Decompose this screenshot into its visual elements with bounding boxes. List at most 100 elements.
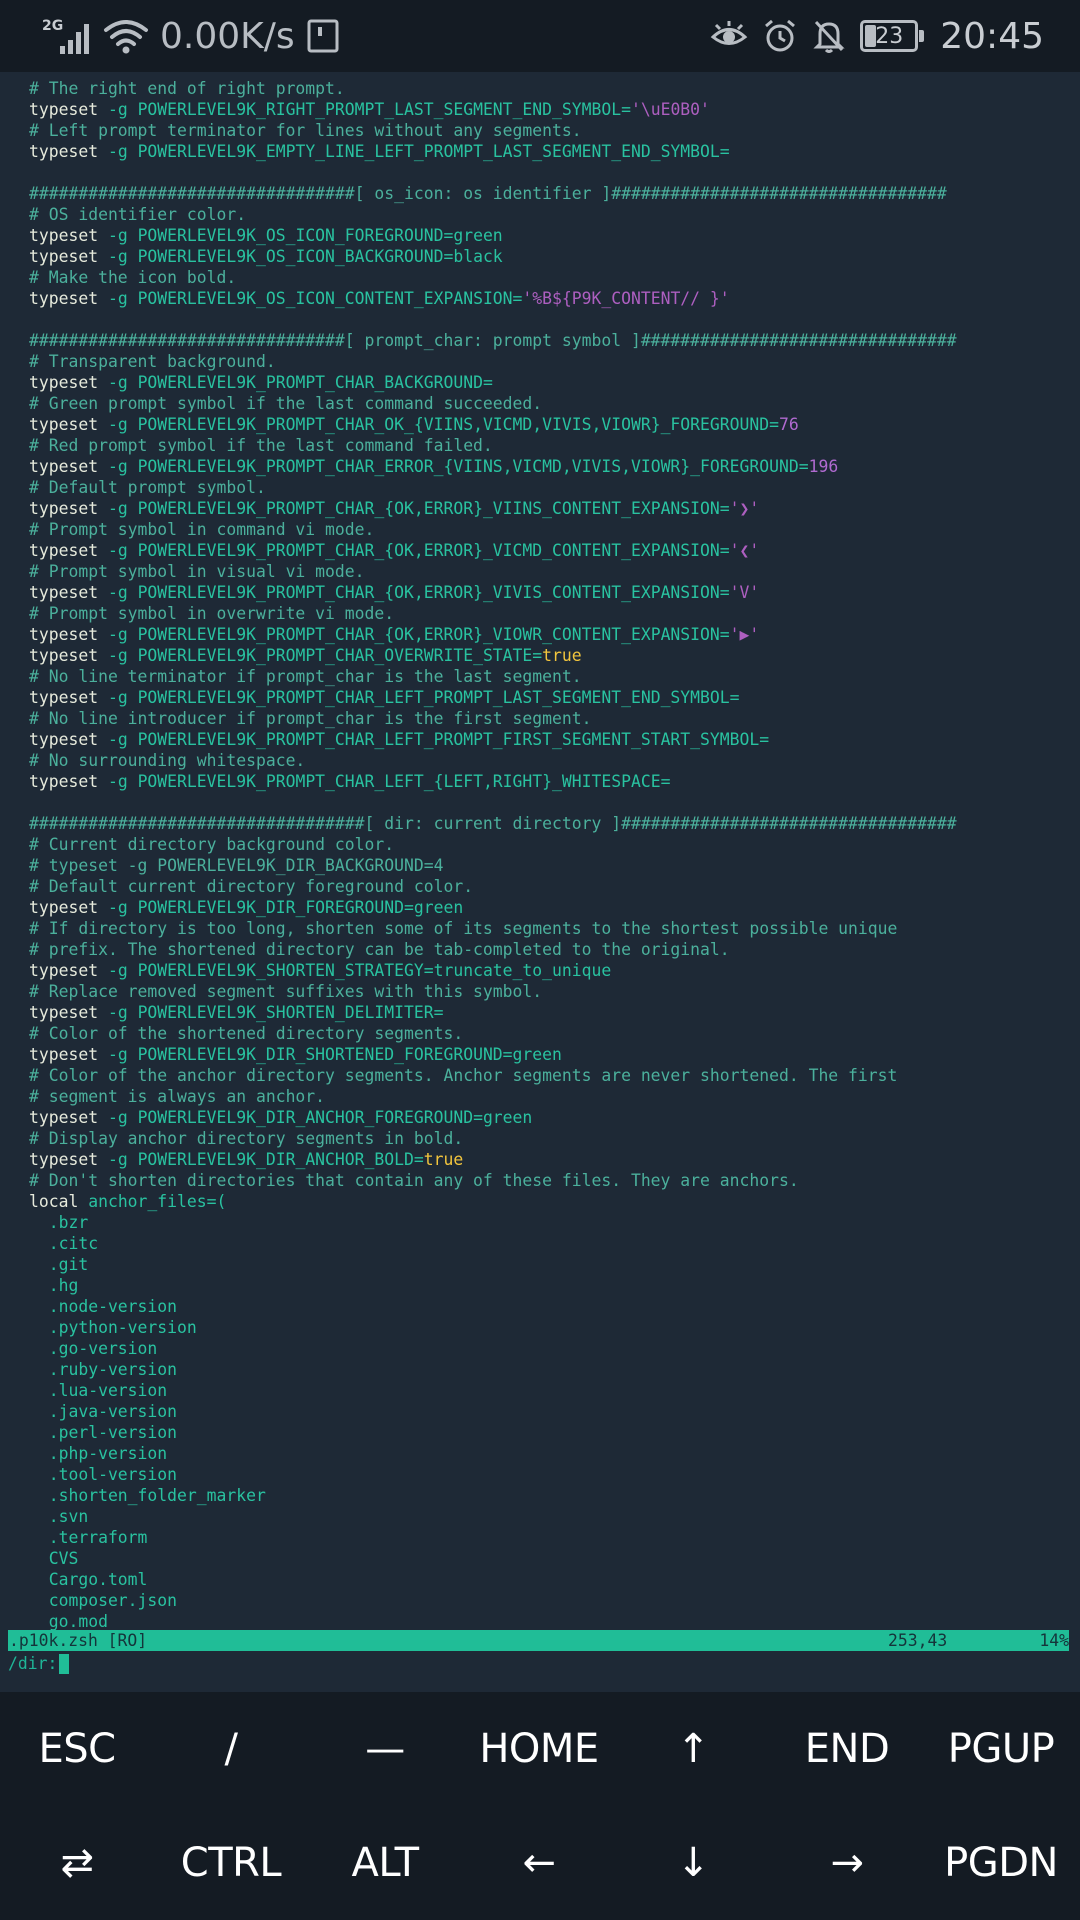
code-token: # Default prompt symbol. bbox=[29, 478, 266, 497]
terminal-view[interactable]: # The right end of right prompt. typeset … bbox=[0, 72, 1080, 1692]
code-token: '\uE0B0' bbox=[630, 100, 710, 119]
code-token: typeset bbox=[29, 961, 99, 980]
code-token: POWERLEVEL9K_PROMPT_CHAR_OVERWRITE_STATE… bbox=[137, 646, 543, 665]
code-line: CVS bbox=[29, 1548, 1080, 1569]
code-token: 196 bbox=[808, 457, 839, 476]
key-dash[interactable]: — bbox=[308, 1692, 462, 1806]
editor-buffer[interactable]: # The right end of right prompt. typeset … bbox=[29, 78, 1080, 1632]
code-line: # Replace removed segment suffixes with … bbox=[29, 981, 1080, 1002]
code-line: typeset -g POWERLEVEL9K_PROMPT_CHAR_OVER… bbox=[29, 645, 1080, 666]
code-line: typeset -g POWERLEVEL9K_DIR_ANCHOR_FOREG… bbox=[29, 1107, 1080, 1128]
code-token: POWERLEVEL9K_DIR_SHORTENED_FOREGROUND=gr… bbox=[137, 1045, 562, 1064]
code-token: # Red prompt symbol if the last command … bbox=[29, 436, 493, 455]
code-token: CVS bbox=[29, 1549, 79, 1568]
code-line: local anchor_files=( bbox=[29, 1191, 1080, 1212]
code-token: typeset bbox=[29, 415, 99, 434]
code-token: POWERLEVEL9K_PROMPT_CHAR_{OK,ERROR}_VIOW… bbox=[137, 625, 730, 644]
code-token: -g bbox=[98, 646, 138, 665]
key-home[interactable]: HOME bbox=[462, 1692, 616, 1806]
sim-indicator bbox=[306, 0, 340, 72]
key-ctrl[interactable]: CTRL bbox=[154, 1806, 308, 1920]
code-line: .shorten_folder_marker bbox=[29, 1485, 1080, 1506]
key-right-arrow[interactable]: → bbox=[770, 1806, 924, 1920]
code-line: typeset -g POWERLEVEL9K_PROMPT_CHAR_LEFT… bbox=[29, 687, 1080, 708]
code-token: typeset bbox=[29, 646, 99, 665]
alarm-icon bbox=[765, 19, 796, 52]
code-token: -g bbox=[98, 1108, 138, 1127]
key-alt[interactable]: ALT bbox=[308, 1806, 462, 1920]
code-token: # No surrounding whitespace. bbox=[29, 751, 306, 770]
code-line: .ruby-version bbox=[29, 1359, 1080, 1380]
code-token: local bbox=[29, 1192, 79, 1211]
code-line: typeset -g POWERLEVEL9K_SHORTEN_DELIMITE… bbox=[29, 1002, 1080, 1023]
battery-icon: 23 bbox=[860, 20, 925, 52]
code-line: .citc bbox=[29, 1233, 1080, 1254]
code-token: -g bbox=[98, 625, 138, 644]
code-token: typeset bbox=[29, 247, 99, 266]
code-line: # Current directory background color. bbox=[29, 834, 1080, 855]
key-pgdn[interactable]: PGDN bbox=[924, 1806, 1078, 1920]
status-filename: .p10k.zsh [RO] bbox=[9, 1631, 148, 1650]
code-token: -g bbox=[98, 1045, 138, 1064]
text-cursor bbox=[59, 1654, 70, 1674]
code-token: # Prompt symbol in command vi mode. bbox=[29, 520, 375, 539]
code-line: typeset -g POWERLEVEL9K_EMPTY_LINE_LEFT_… bbox=[29, 141, 1080, 162]
code-line: # No surrounding whitespace. bbox=[29, 750, 1080, 771]
key-up-arrow[interactable]: ↑ bbox=[616, 1692, 770, 1806]
key-tab[interactable]: ⇄ bbox=[0, 1806, 154, 1920]
code-token: -g bbox=[98, 373, 138, 392]
code-token: POWERLEVEL9K_PROMPT_CHAR_{OK,ERROR}_VIIN… bbox=[137, 499, 730, 518]
code-token: # Prompt symbol in overwrite vi mode. bbox=[29, 604, 395, 623]
extra-keys-bar: ESC / — HOME ↑ END PGUP ⇄ CTRL ALT ← ↓ →… bbox=[0, 1692, 1080, 1920]
code-token: -g bbox=[98, 772, 138, 791]
code-line: # Transparent background. bbox=[29, 351, 1080, 372]
key-left-arrow[interactable]: ← bbox=[462, 1806, 616, 1920]
code-token: .shorten_folder_marker bbox=[29, 1486, 266, 1505]
command-line-text: /dir: bbox=[8, 1654, 58, 1673]
code-line: typeset -g POWERLEVEL9K_PROMPT_CHAR_BACK… bbox=[29, 372, 1080, 393]
code-token: '%B${P9K_CONTENT// }' bbox=[522, 289, 730, 308]
code-line: typeset -g POWERLEVEL9K_PROMPT_CHAR_LEFT… bbox=[29, 729, 1080, 750]
code-token: POWERLEVEL9K_PROMPT_CHAR_ERROR_{VIINS,VI… bbox=[137, 457, 809, 476]
code-token: # Left prompt terminator for lines witho… bbox=[29, 121, 582, 140]
key-slash[interactable]: / bbox=[154, 1692, 308, 1806]
code-token: -g bbox=[98, 226, 138, 245]
code-token: -g bbox=[98, 142, 138, 161]
code-token: POWERLEVEL9K_PROMPT_CHAR_LEFT_PROMPT_FIR… bbox=[137, 730, 770, 749]
key-esc[interactable]: ESC bbox=[0, 1692, 154, 1806]
code-token: .lua-version bbox=[29, 1381, 168, 1400]
key-down-arrow[interactable]: ↓ bbox=[616, 1806, 770, 1920]
code-line: # Prompt symbol in command vi mode. bbox=[29, 519, 1080, 540]
bell-off-icon bbox=[813, 20, 845, 53]
key-end[interactable]: END bbox=[770, 1692, 924, 1806]
code-token: .go-version bbox=[29, 1339, 158, 1358]
code-token: POWERLEVEL9K_DIR_FOREGROUND=green bbox=[137, 898, 464, 917]
code-line: typeset -g POWERLEVEL9K_DIR_FOREGROUND=g… bbox=[29, 897, 1080, 918]
code-token: POWERLEVEL9K_RIGHT_PROMPT_LAST_SEGMENT_E… bbox=[137, 100, 631, 119]
extra-keys-row-2: ⇄ CTRL ALT ← ↓ → PGDN bbox=[0, 1806, 1080, 1920]
code-line: # prefix. The shortened directory can be… bbox=[29, 939, 1080, 960]
code-token: -g bbox=[98, 289, 138, 308]
code-token: # typeset -g POWERLEVEL9K_DIR_BACKGROUND… bbox=[29, 856, 444, 875]
key-pgup[interactable]: PGUP bbox=[924, 1692, 1078, 1806]
code-token: .terraform bbox=[29, 1528, 148, 1547]
code-line: .svn bbox=[29, 1506, 1080, 1527]
code-line: Cargo.toml bbox=[29, 1569, 1080, 1590]
vim-command-line[interactable]: /dir: bbox=[8, 1653, 70, 1675]
code-token: typeset bbox=[29, 499, 99, 518]
code-token: POWERLEVEL9K_OS_ICON_FOREGROUND=green bbox=[137, 226, 503, 245]
code-line: # Make the icon bold. bbox=[29, 267, 1080, 288]
code-token: .svn bbox=[29, 1507, 89, 1526]
status-scroll-percent: 14% bbox=[1039, 1631, 1069, 1650]
code-token: '❮' bbox=[729, 541, 760, 560]
code-token: #################################[ os_ic… bbox=[29, 184, 947, 203]
code-line: # Don't shorten directories that contain… bbox=[29, 1170, 1080, 1191]
code-token: -g bbox=[98, 457, 138, 476]
code-token: Cargo.toml bbox=[29, 1570, 148, 1589]
code-token: # Prompt symbol in visual vi mode. bbox=[29, 562, 365, 581]
code-line: # The right end of right prompt. bbox=[29, 78, 1080, 99]
code-line: typeset -g POWERLEVEL9K_PROMPT_CHAR_{OK,… bbox=[29, 498, 1080, 519]
code-line: .bzr bbox=[29, 1212, 1080, 1233]
code-line: # Left prompt terminator for lines witho… bbox=[29, 120, 1080, 141]
